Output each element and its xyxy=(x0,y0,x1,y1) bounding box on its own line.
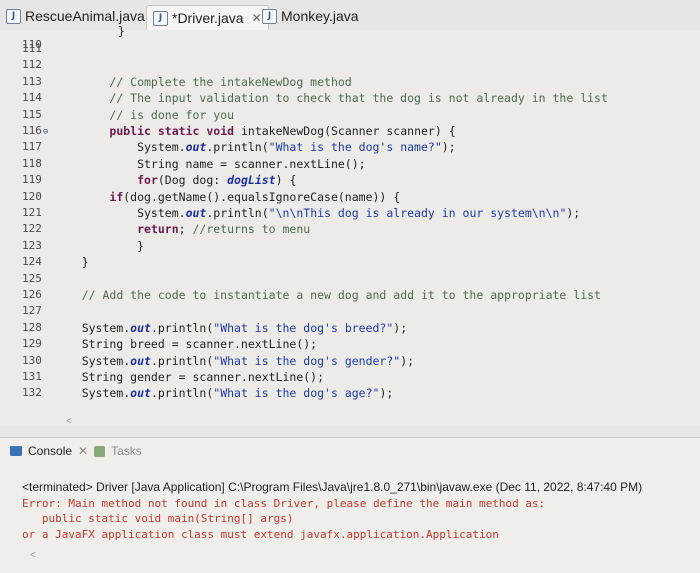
line-number: 124 xyxy=(22,255,42,269)
code-line: 125 xyxy=(0,272,700,288)
code-line: 116⊖ public static void intakeNewDog(Sca… xyxy=(0,124,700,140)
line-number: 121 xyxy=(22,206,42,219)
line-number: 132 xyxy=(22,386,42,400)
console-tab-bar: Console ✕ Tasks xyxy=(10,441,142,461)
console-error-line: or a JavaFX application class must exten… xyxy=(22,528,499,541)
code-text: } xyxy=(54,238,145,253)
java-file-icon: J xyxy=(262,8,277,24)
line-number: 112 xyxy=(22,58,42,72)
java-file-icon: J xyxy=(6,8,21,24)
code-text: public static void intakeNewDog(Scanner … xyxy=(109,124,456,138)
code-text: // Add the code to instantiate a new dog… xyxy=(81,288,601,302)
code-line: 123 } xyxy=(0,239,700,255)
code-text: // The input validation to check that th… xyxy=(109,91,608,106)
code-line: 121 System.out.println("\n\nThis dog is … xyxy=(0,206,700,222)
console-error-line: Error: Main method not found in class Dr… xyxy=(22,497,546,510)
code-line: 122 return; //returns to menu xyxy=(0,222,700,238)
close-icon[interactable]: ✕ xyxy=(252,11,262,25)
code-text: if(dog.getName().equalsIgnoreCase(name))… xyxy=(109,189,401,204)
line-number: 128 xyxy=(22,320,42,334)
code-line: 117 System.out.println("What is the dog'… xyxy=(0,140,700,156)
scroll-left-arrow[interactable]: < xyxy=(30,550,36,561)
line-number: 111 xyxy=(22,42,42,55)
code-text: System.out.println("\n\nThis dog is alre… xyxy=(54,206,581,220)
code-line: 118 String name = scanner.nextLine(); xyxy=(0,157,700,173)
console-error-line: public static void main(String[] args) xyxy=(22,512,294,525)
code-text: for(Dog dog: dogList) { xyxy=(137,173,297,188)
line-number: 130 xyxy=(22,353,42,367)
line-number: 117 xyxy=(22,140,42,154)
line-number: 116⊖ xyxy=(22,124,49,137)
line-number: 118 xyxy=(22,156,42,170)
code-text: System.out.println("What is the dog's na… xyxy=(54,140,456,155)
tab-console[interactable]: Console xyxy=(28,444,72,458)
code-text: } xyxy=(54,255,89,270)
line-number: 127 xyxy=(22,304,42,318)
code-text: } xyxy=(118,24,125,38)
code-line: 111 xyxy=(0,42,700,58)
code-line: 131 String gender = scanner.nextLine(); xyxy=(0,370,700,386)
code-text: System.out.println("What is the dog's ge… xyxy=(54,353,415,368)
console-icon xyxy=(10,446,22,456)
close-icon[interactable]: ✕ xyxy=(78,444,88,458)
code-line: 126 // Add the code to instantiate a new… xyxy=(0,288,700,304)
code-line: 127 xyxy=(0,304,700,320)
code-text: String name = scanner.nextLine(); xyxy=(54,156,366,171)
code-line: 132 System.out.println("What is the dog'… xyxy=(0,386,700,402)
tasks-icon xyxy=(94,445,106,457)
line-number: 122 xyxy=(22,222,42,236)
code-text: String gender = scanner.nextLine(); xyxy=(54,370,325,384)
line-number: 113 xyxy=(22,74,42,88)
tab-label: RescueAnimal.java xyxy=(25,8,145,24)
code-editor[interactable]: 110 } 111 112 113 // Complete the intakeNe… xyxy=(0,24,700,426)
tab-tasks[interactable]: Tasks xyxy=(111,444,142,458)
line-number: 115 xyxy=(22,107,42,121)
line-number: 114 xyxy=(22,91,42,105)
console-panel: Console ✕ Tasks <terminated> Driver [Jav… xyxy=(0,437,700,573)
line-number: 129 xyxy=(22,337,42,351)
code-line: 113 // Complete the intakeNewDog method xyxy=(0,75,700,91)
line-number: 123 xyxy=(22,238,42,252)
terminated-status: <terminated> Driver [Java Application] C… xyxy=(22,480,643,494)
code-text: System.out.println("What is the dog's br… xyxy=(54,320,408,335)
code-text: String breed = scanner.nextLine(); xyxy=(54,337,318,352)
line-number: 119 xyxy=(22,173,42,187)
code-line: 119 for(Dog dog: dogList) { xyxy=(0,173,700,189)
line-number: 120 xyxy=(22,189,42,203)
code-line: 124 } xyxy=(0,255,700,271)
code-text: System.out.println("What is the dog's ag… xyxy=(54,386,394,401)
code-text: // is done for you xyxy=(109,107,235,122)
line-number: 125 xyxy=(22,271,42,285)
code-line: 130 System.out.println("What is the dog'… xyxy=(0,354,700,370)
code-text: // Complete the intakeNewDog method xyxy=(109,74,352,89)
fold-marker-icon[interactable]: ⊖ xyxy=(43,127,48,137)
code-line: 120 if(dog.getName().equalsIgnoreCase(na… xyxy=(0,190,700,206)
code-line: 115 // is done for you xyxy=(0,108,700,124)
code-line: 114 // The input validation to check tha… xyxy=(0,91,700,107)
code-line: 112 xyxy=(0,58,700,74)
code-line: 128 System.out.println("What is the dog'… xyxy=(0,321,700,337)
tab-label: Monkey.java xyxy=(281,8,359,24)
code-line: 129 String breed = scanner.nextLine(); xyxy=(0,337,700,353)
code-line: 110 } xyxy=(0,24,700,51)
scroll-left-arrow[interactable]: < xyxy=(66,416,72,427)
code-text: return; //returns to menu xyxy=(137,222,311,237)
line-number: 131 xyxy=(22,370,42,383)
line-number: 126 xyxy=(22,288,42,301)
